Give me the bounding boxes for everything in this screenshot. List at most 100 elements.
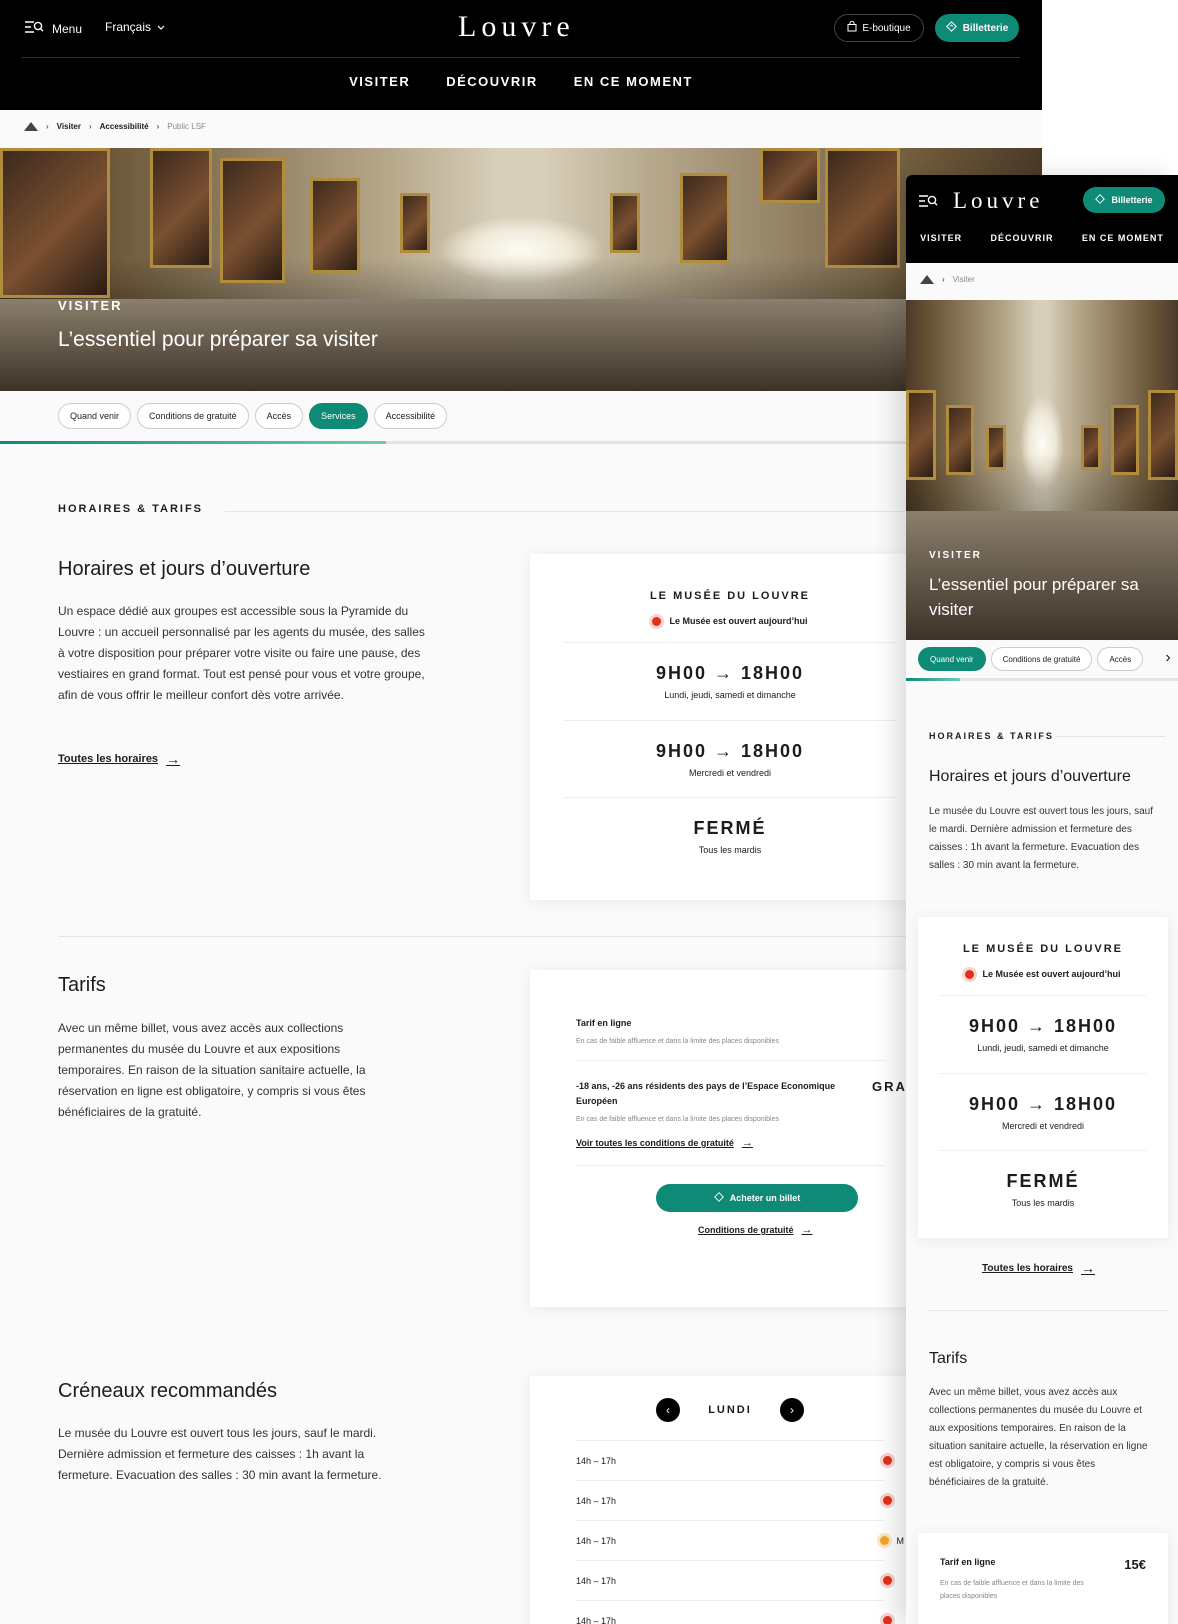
horaires-text: Le musée du Louvre est ouvert tous les j… — [929, 806, 1154, 871]
breadcrumb-accessibilite[interactable]: Accessibilité — [100, 122, 149, 131]
breadcrumb-visiter[interactable]: Visiter — [57, 122, 81, 131]
tarif-label: Tarif en ligne — [576, 1018, 632, 1028]
menu-search-icon — [24, 20, 44, 37]
nav-decouvrir[interactable]: DÉCOUVRIR — [446, 74, 538, 89]
conditions-gratuite-link[interactable]: Conditions de gratuité → — [698, 1224, 884, 1236]
section-rule — [225, 511, 905, 512]
hours-time: FERMÉ — [693, 818, 767, 838]
nav-visiter[interactable]: VISITER — [349, 74, 410, 89]
arrow-right-icon: → — [166, 751, 181, 767]
slot-status-dot — [879, 1536, 889, 1545]
all-hours-link[interactable]: Toutes les horaires → — [58, 751, 180, 767]
gratuite-conditions-label: Voir toutes les conditions de gratuité — [576, 1138, 734, 1148]
language-select[interactable]: Français — [105, 20, 165, 34]
tab-quand-venir[interactable]: Quand venir — [58, 403, 132, 429]
breadcrumb-chevron-icon: › — [942, 275, 945, 284]
eshop-button[interactable]: E-boutique — [834, 14, 924, 42]
nav-visiter[interactable]: VISITER — [920, 233, 962, 243]
tabs-progress-fill — [906, 678, 961, 681]
open-status-label: Le Musée est ouvert aujourd’hui — [982, 969, 1121, 979]
home-pyramid-icon[interactable] — [24, 122, 38, 131]
painting-image — [906, 390, 936, 480]
nav-en-ce-moment[interactable]: EN CE MOMENT — [1082, 233, 1164, 243]
all-hours-link[interactable]: Toutes les horaires → — [982, 1260, 1095, 1276]
menu-search-icon[interactable] — [918, 194, 938, 213]
tickets-button[interactable]: Billetterie — [935, 14, 1019, 42]
site-header: Menu Français Louvre E-boutique Billette… — [0, 0, 1042, 110]
horaires-title: Horaires et jours d’ouverture — [929, 768, 1131, 785]
hours-time: 9H00 → 18H00 — [968, 1016, 1118, 1036]
nav-en-ce-moment[interactable]: EN CE MOMENT — [574, 74, 693, 89]
louvre-logo[interactable]: Louvre — [953, 188, 1043, 214]
tab-quand-venir[interactable]: Quand venir — [918, 647, 986, 671]
tab-acces[interactable]: Accès — [1097, 647, 1144, 671]
slot-status-dot — [883, 1616, 892, 1624]
next-day-button[interactable]: › — [779, 1398, 804, 1422]
slot-time: 14h – 17h — [576, 1575, 617, 1586]
slot-status-dot — [883, 1496, 892, 1505]
tabs-progress-bar — [0, 441, 1042, 444]
desktop-view: Menu Français Louvre E-boutique Billette… — [0, 0, 1042, 1624]
arrow-right-icon: → — [801, 1224, 813, 1236]
tarifs-text: Avec un même billet, vous avez accès aux… — [929, 1387, 1148, 1488]
tarifs-title: Tarifs — [58, 974, 106, 996]
tab-acces[interactable]: Accès — [254, 403, 304, 429]
tarif-note: En cas de faible affluence et dans la li… — [940, 1580, 1084, 1600]
painting-image — [220, 158, 285, 283]
tickets-label: Billetterie — [962, 22, 1009, 34]
tarif-label: -18 ans, -26 ans résidents des pays de l… — [576, 1081, 836, 1106]
louvre-logo[interactable]: Louvre — [458, 10, 575, 44]
painting-image — [680, 173, 730, 263]
museum-hours-card: LE MUSÉE DU LOUVRE Le Musée est ouvert a… — [918, 917, 1168, 1238]
gratuite-conditions-link[interactable]: Voir toutes les conditions de gratuité → — [576, 1137, 884, 1149]
buy-ticket-button[interactable]: Acheter un billet — [656, 1184, 858, 1212]
open-status: Le Musée est ouvert aujourd’hui — [940, 969, 1146, 979]
painting-image — [1148, 390, 1178, 480]
arrow-right-icon: → — [741, 1137, 753, 1149]
hours-days: Tous les mardis — [1011, 1198, 1075, 1208]
home-pyramid-icon[interactable] — [920, 275, 934, 284]
slot-row: 14h – 17h — [576, 1601, 892, 1624]
painting-image — [1081, 425, 1101, 470]
page-tabs: Quand venir Conditions de gratuité Accès… — [58, 403, 448, 429]
hours-row: FERMÉ Tous les mardis — [564, 797, 896, 855]
prev-day-button[interactable]: ‹ — [656, 1398, 680, 1422]
tab-services[interactable]: Services — [309, 403, 368, 429]
tarif-actions: Acheter un billet Conditions de gratuité… — [576, 1165, 884, 1236]
hero-eyebrow: VISITER — [58, 298, 123, 313]
tarif-row: -18 ans, -26 ans résidents des pays de l… — [576, 1060, 914, 1149]
nav-decouvrir[interactable]: DÉCOUVRIR — [990, 233, 1053, 243]
tab-accessibilite[interactable]: Accessibilité — [373, 403, 448, 429]
painting-image — [610, 193, 640, 253]
slot-time: 14h – 17h — [576, 1495, 617, 1506]
mobile-nav: VISITER DÉCOUVRIR EN CE MOMENT — [906, 233, 1178, 243]
tarifs-title: Tarifs — [929, 1350, 968, 1367]
tabs-scroll-right-icon[interactable]: › — [1158, 649, 1178, 671]
day-navigator: ‹ LUNDI › — [576, 1398, 884, 1422]
painting-image — [1111, 405, 1139, 475]
hours-days: Mercredi et vendredi — [1001, 1121, 1085, 1131]
museum-hours-card: LE MUSÉE DU LOUVRE Le Musée est ouvert a… — [530, 554, 930, 900]
tarif-row: Tarif en ligne En cas de faible affluenc… — [940, 1557, 1146, 1603]
menu-button[interactable]: Menu — [24, 20, 82, 37]
conditions-gratuite-label: Conditions de gratuité — [698, 1225, 794, 1235]
slot-row: 14h – 17h — [576, 1481, 892, 1521]
tickets-button[interactable]: Billetterie — [1083, 187, 1165, 213]
slot-time: 14h – 17h — [576, 1615, 617, 1624]
hero-banner: VISITER L’essentiel pour préparer sa vis… — [906, 300, 1178, 640]
ticket-icon — [1095, 194, 1106, 206]
tab-conditions-gratuite[interactable]: Conditions de gratuité — [137, 403, 249, 429]
tarif-note: En cas de faible affluence et dans la li… — [576, 1038, 779, 1045]
slot-status-label: M — [896, 1535, 905, 1546]
tarifs-card: Tarif en ligne En cas de faible affluenc… — [918, 1533, 1168, 1624]
breadcrumb: › Visiter › Accessibilité › Public LSF — [24, 122, 206, 131]
slot-status-dot — [883, 1576, 892, 1585]
section-divider — [58, 936, 908, 937]
mobile-header: Louvre Billetterie VISITER DÉCOUVRIR EN … — [906, 175, 1178, 263]
ticket-icon — [945, 21, 957, 35]
painting-image — [310, 178, 360, 273]
slot-time: 14h – 17h — [576, 1535, 617, 1546]
section-rule — [1056, 736, 1166, 737]
page-tabs: Quand venir Conditions de gratuité Accès — [918, 647, 1144, 671]
tab-conditions-gratuite[interactable]: Conditions de gratuité — [990, 647, 1093, 671]
